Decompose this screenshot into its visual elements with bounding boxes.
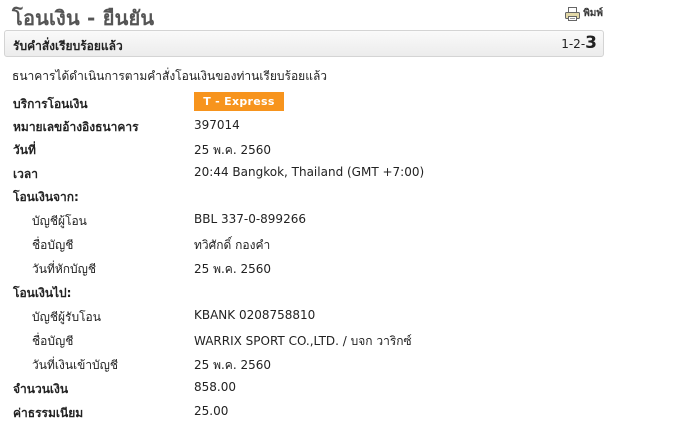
to-name-value: WARRIX SPORT CO.,LTD. / บจก วาริกซ์ [194,334,412,348]
time-label: เวลา [13,167,38,181]
fee-row: ค่าธรรมเนียม 25.00 [0,404,600,424]
debit-date-value: 25 พ.ค. 2560 [194,262,272,276]
to-header: โอนเงินไป: [13,286,72,300]
amount-row: จำนวนเงิน 858.00 [0,380,600,400]
to-name-label: ชื่อบัญชี [32,334,74,348]
from-account-value: BBL 337-0-899266 [194,212,306,226]
print-link[interactable]: พิมพ์ [565,6,603,21]
from-account-row: บัญชีผู้โอน BBL 337-0-899266 [0,212,600,232]
from-name-value: ทวิศักดิ์ กองคำ [194,238,271,252]
date-value: 25 พ.ค. 2560 [194,143,272,157]
print-label[interactable]: พิมพ์ [583,6,603,21]
to-header-row: โอนเงินไป: [0,284,600,304]
credit-date-row: วันที่เงินเข้าบัญชี 25 พ.ค. 2560 [0,356,600,376]
reference-row: หมายเลขอ้างอิงธนาคาร 397014 [0,118,600,138]
from-name-label: ชื่อบัญชี [32,238,74,252]
debit-date-label: วันที่หักบัญชี [32,262,97,276]
from-header: โอนเงินจาก: [13,190,79,204]
step-indicator: 1-2-3 [561,33,597,53]
debit-date-row: วันที่หักบัญชี 25 พ.ค. 2560 [0,260,600,280]
credit-date-value: 25 พ.ค. 2560 [194,358,272,372]
service-badge: T - Express [194,92,284,111]
step-prefix: 1-2- [561,37,586,51]
to-account-row: บัญชีผู้รับโอน KBANK 0208758810 [0,308,600,328]
time-row: เวลา 20:44 Bangkok, Thailand (GMT +7:00) [0,165,600,185]
step-title: รับคำสั่งเรียบร้อยแล้ว [13,39,123,53]
date-label: วันที่ [13,143,36,157]
confirmation-message: ธนาคารได้ดำเนินการตามคำสั่งโอนเงินของท่า… [12,69,328,83]
service-row: บริการโอนเงิน T - Express [0,92,600,115]
printer-icon [565,6,581,21]
credit-date-label: วันที่เงินเข้าบัญชี [32,358,119,372]
time-value: 20:44 Bangkok, Thailand (GMT +7:00) [194,165,425,179]
fee-label: ค่าธรรมเนียม [13,406,84,420]
service-label: บริการโอนเงิน [13,97,88,111]
step-bar: รับคำสั่งเรียบร้อยแล้ว 1-2-3 [4,30,604,57]
step-current: 3 [585,33,597,53]
to-account-label: บัญชีผู้รับโอน [32,310,101,324]
amount-value: 858.00 [194,380,236,394]
fee-value: 25.00 [194,404,229,418]
reference-value: 397014 [194,118,240,132]
to-name-row: ชื่อบัญชี WARRIX SPORT CO.,LTD. / บจก วา… [0,332,600,352]
from-account-label: บัญชีผู้โอน [32,214,87,228]
amount-label: จำนวนเงิน [13,382,69,396]
from-name-row: ชื่อบัญชี ทวิศักดิ์ กองคำ [0,236,600,256]
from-header-row: โอนเงินจาก: [0,188,600,208]
to-account-value: KBANK 0208758810 [194,308,316,322]
reference-label: หมายเลขอ้างอิงธนาคาร [13,120,139,134]
date-row: วันที่ 25 พ.ค. 2560 [0,141,600,161]
